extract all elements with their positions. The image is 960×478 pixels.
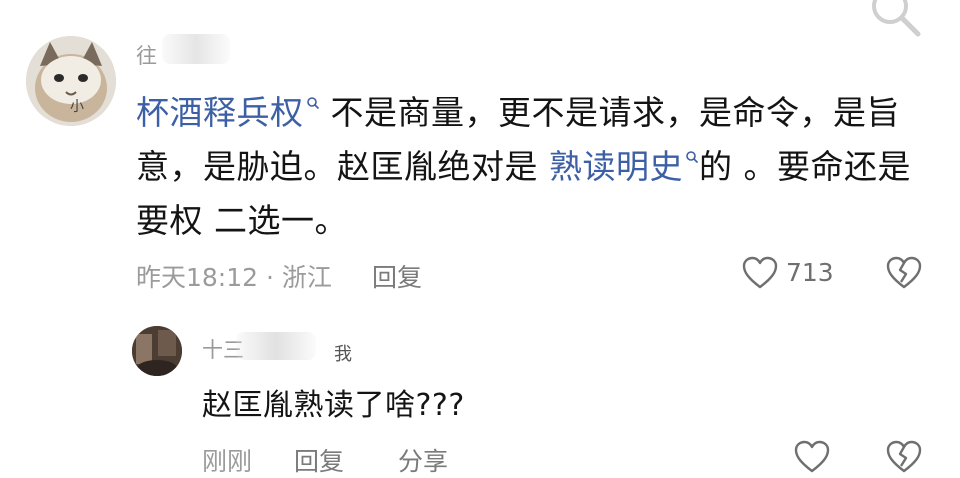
comment-body: 杯酒释兵权 不是商量，更不是请求，是命令，是旨意，是胁迫。赵匡胤绝对是 熟读明史… xyxy=(136,86,926,248)
reply-avatar[interactable] xyxy=(132,326,182,376)
like-count: 713 xyxy=(786,258,834,287)
search-icon xyxy=(686,151,699,164)
topic-link-shudumingshi[interactable]: 熟读明史 xyxy=(549,147,699,186)
reply-button[interactable]: 回复 xyxy=(294,442,344,478)
share-button[interactable]: 分享 xyxy=(398,442,448,478)
reply-time: 刚刚 xyxy=(202,447,253,476)
cat-avatar-icon: 小 xyxy=(26,36,116,126)
broken-heart-icon[interactable] xyxy=(886,440,922,474)
me-badge: 我 xyxy=(334,344,352,365)
comment-time-location: 昨天18:12 · 浙江 xyxy=(136,263,332,292)
reply-avatar-image xyxy=(132,326,182,376)
topic-link-beijiushibingquan[interactable]: 杯酒释兵权 xyxy=(136,93,320,132)
reply-button[interactable]: 回复 xyxy=(372,258,422,294)
heart-outline-icon[interactable] xyxy=(742,256,778,290)
search-icon[interactable] xyxy=(862,0,926,46)
redacted-username-blur xyxy=(162,34,230,64)
reply-body: 赵匡胤熟读了啥??? xyxy=(202,388,465,423)
heart-outline-icon[interactable] xyxy=(794,440,830,474)
broken-heart-icon[interactable] xyxy=(886,256,922,290)
svg-text:小: 小 xyxy=(70,99,84,115)
search-icon xyxy=(306,97,319,110)
username[interactable]: 往 xyxy=(136,40,157,70)
avatar[interactable]: 小 xyxy=(26,36,116,126)
redacted-username-blur xyxy=(236,332,316,360)
